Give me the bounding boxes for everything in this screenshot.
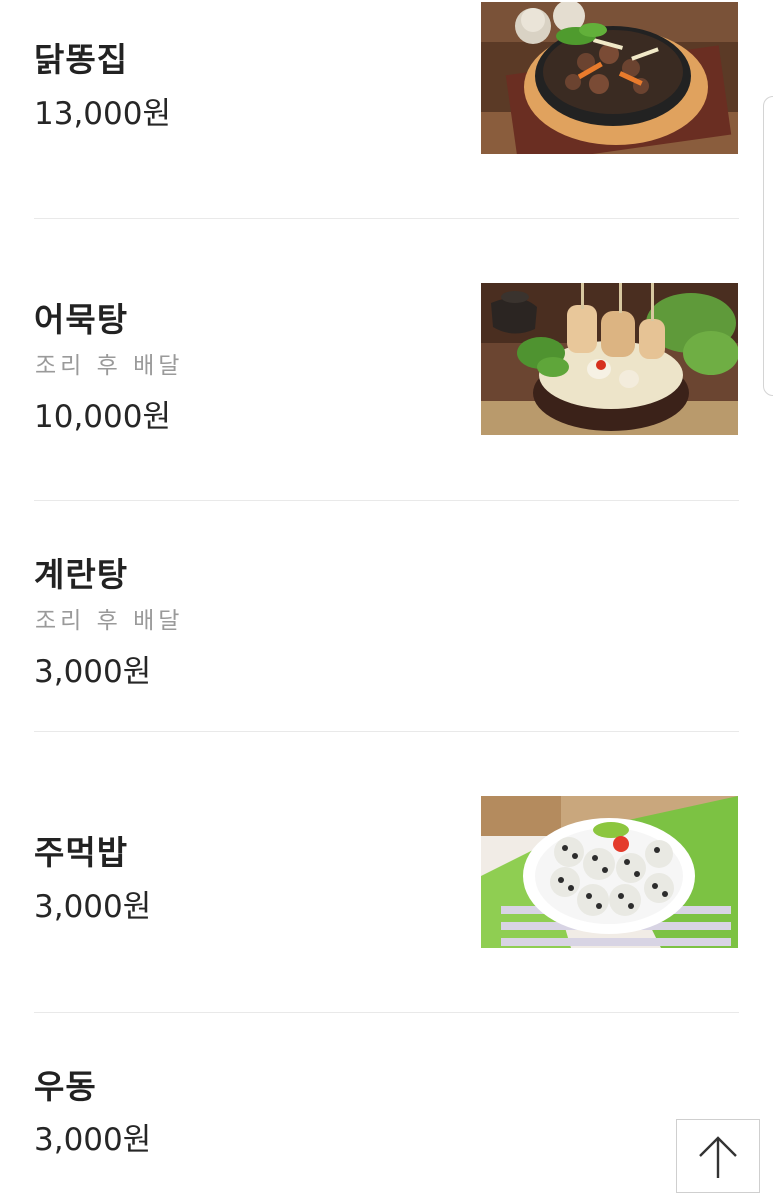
- menu-item-price: 13,000원: [34, 96, 171, 132]
- scroll-indicator[interactable]: [763, 96, 773, 396]
- menu-item-dakttongjip[interactable]: 닭똥집 13,000원: [0, 0, 773, 218]
- menu-item-price: 3,000원: [34, 654, 152, 690]
- menu-item-gyerantang[interactable]: 계란탕 조리 후 배달 3,000원: [0, 501, 773, 731]
- menu-item-name: 계란탕: [34, 555, 129, 594]
- stir-fried-chicken-gizzard-photo: [481, 2, 738, 154]
- menu-item-udon[interactable]: 우동 3,000원: [0, 1013, 773, 1179]
- menu-item-photo[interactable]: [481, 796, 738, 948]
- menu-item-description: 조리 후 배달: [35, 353, 184, 379]
- menu-item-description: 조리 후 배달: [35, 608, 184, 634]
- menu-item-photo[interactable]: [481, 2, 738, 154]
- menu-item-eomuktang[interactable]: 어묵탕 조리 후 배달 10,000원: [0, 219, 773, 500]
- menu-item-name: 주먹밥: [34, 833, 129, 872]
- menu-item-price: 10,000원: [34, 399, 171, 435]
- scroll-to-top-button[interactable]: [676, 1119, 760, 1193]
- menu-item-name: 어묵탕: [34, 300, 129, 339]
- menu-item-price: 3,000원: [34, 1122, 152, 1158]
- menu-item-name: 우동: [34, 1067, 97, 1106]
- menu-item-name: 닭똥집: [34, 40, 129, 79]
- menu-list: 닭똥집 13,000원 어묵탕 조리 후 배달 10,000원 계란탕 조리 후…: [0, 0, 773, 1179]
- fish-cake-soup-photo: [481, 283, 738, 435]
- menu-item-jumeokbap[interactable]: 주먹밥 3,000원: [0, 732, 773, 1012]
- rice-ball-photo: [481, 796, 738, 948]
- menu-item-photo[interactable]: [481, 283, 738, 435]
- arrow-up-icon: [699, 1136, 737, 1178]
- menu-item-price: 3,000원: [34, 889, 152, 925]
